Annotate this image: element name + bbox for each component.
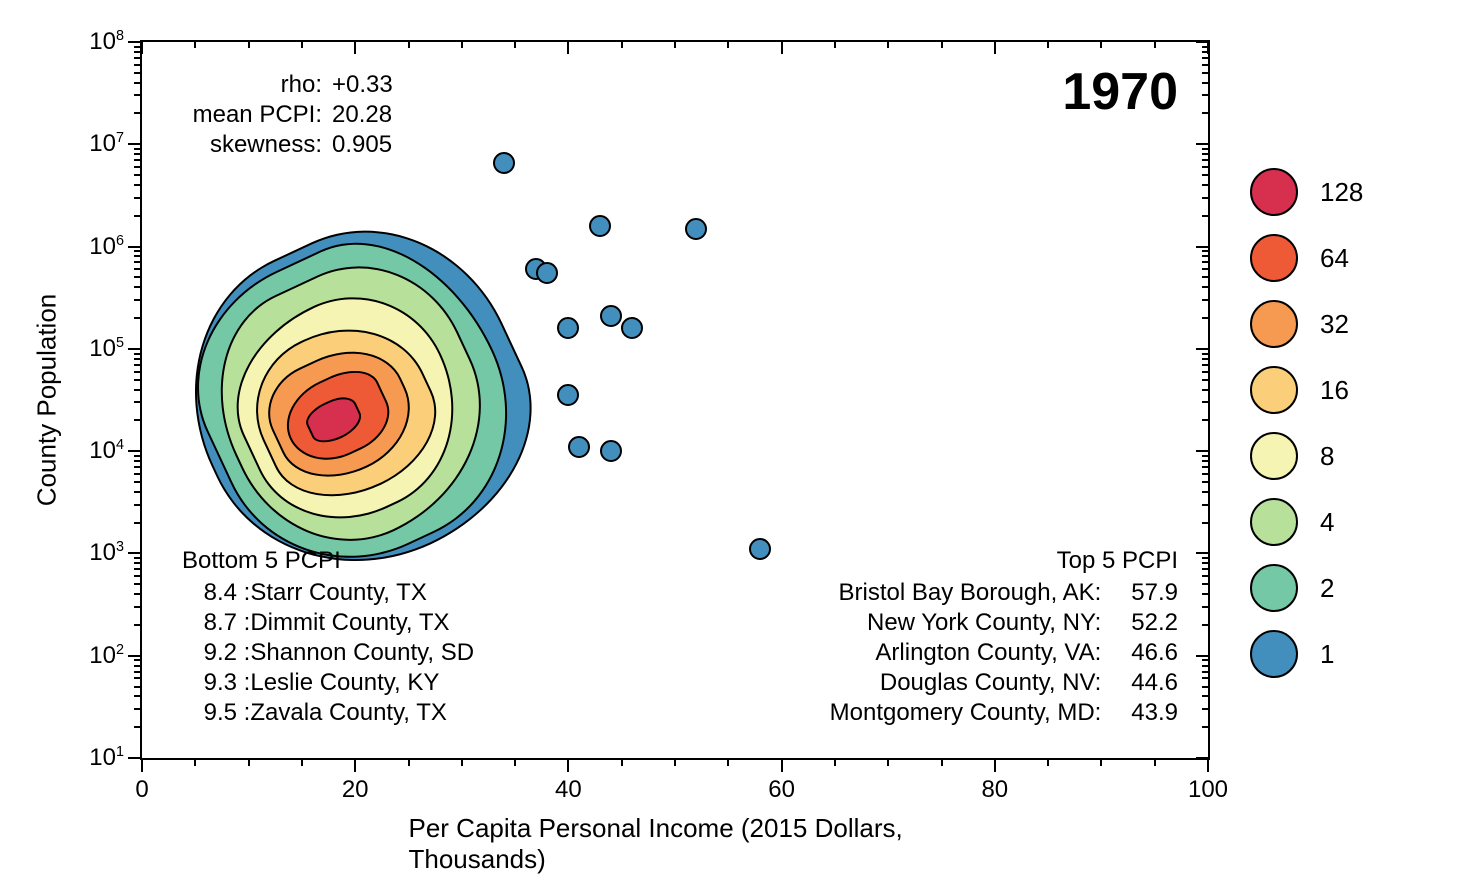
legend-item: 4 xyxy=(1250,498,1450,546)
legend-item: 64 xyxy=(1250,234,1450,282)
top5-val-3: 44.6 xyxy=(1108,668,1178,698)
outlier-point xyxy=(557,317,579,339)
legend-swatch xyxy=(1250,168,1298,216)
legend-item: 32 xyxy=(1250,300,1450,348)
x-tick-label: 40 xyxy=(555,776,582,804)
legend-item: 16 xyxy=(1250,366,1450,414)
bottom5-val-4: 9.5 xyxy=(182,698,237,728)
year-badge: 1970 xyxy=(1062,62,1178,122)
x-tick-label: 100 xyxy=(1188,776,1228,804)
outlier-point xyxy=(685,218,707,240)
chart-canvas: 1970 rho:+0.33 mean PCPI:20.28 skewness:… xyxy=(0,0,1482,887)
legend-label: 2 xyxy=(1320,573,1334,604)
mean-key: mean PCPI: xyxy=(172,100,332,130)
top5-name-2: Arlington County, VA xyxy=(875,639,1094,666)
legend-label: 64 xyxy=(1320,243,1349,274)
bottom5-list: Bottom 5 PCPI 8.4 :Starr County, TX 8.7 … xyxy=(182,546,474,728)
legend-label: 32 xyxy=(1320,309,1349,340)
y-axis-title: County Population xyxy=(32,294,63,506)
legend-swatch xyxy=(1250,300,1298,348)
y-tick-label: 101 xyxy=(89,744,124,772)
bottom5-name-0: Starr County, TX xyxy=(250,579,427,606)
mean-val: 20.28 xyxy=(332,100,392,130)
top5-val-4: 43.9 xyxy=(1108,698,1178,728)
x-axis-title: Per Capita Personal Income (2015 Dollars… xyxy=(409,813,942,875)
bottom5-name-1: Dimmit County, TX xyxy=(250,609,449,636)
bottom5-name-4: Zavala County, TX xyxy=(250,699,447,726)
top5-val-1: 52.2 xyxy=(1108,608,1178,638)
x-tick-label: 20 xyxy=(342,776,369,804)
y-tick-label: 108 xyxy=(89,28,124,56)
outlier-point xyxy=(536,262,558,284)
top5-name-1: New York County, NY xyxy=(867,609,1095,636)
bottom5-val-2: 9.2 xyxy=(182,638,237,668)
outlier-point xyxy=(568,436,590,458)
top5-val-2: 46.6 xyxy=(1108,638,1178,668)
y-tick-label: 102 xyxy=(89,642,124,670)
plot-area: 1970 rho:+0.33 mean PCPI:20.28 skewness:… xyxy=(140,40,1210,760)
legend-item: 2 xyxy=(1250,564,1450,612)
bottom5-name-2: Shannon County, SD xyxy=(250,639,474,666)
y-tick-label: 107 xyxy=(89,130,124,158)
rho-val: +0.33 xyxy=(332,70,393,100)
legend-label: 1 xyxy=(1320,639,1334,670)
legend-item: 128 xyxy=(1250,168,1450,216)
legend-item: 8 xyxy=(1250,432,1450,480)
outlier-point xyxy=(557,384,579,406)
outlier-point xyxy=(493,152,515,174)
y-tick-label: 106 xyxy=(89,233,124,261)
legend: 128 64 32 16 8 4 2 1 xyxy=(1250,150,1450,696)
bottom5-val-0: 8.4 xyxy=(182,578,237,608)
top5-list: Top 5 PCPI Bristol Bay Borough, AK: 57.9… xyxy=(830,546,1178,728)
stats-block: rho:+0.33 mean PCPI:20.28 skewness:0.905 xyxy=(172,70,393,160)
outlier-point xyxy=(600,440,622,462)
top5-val-0: 57.9 xyxy=(1108,578,1178,608)
legend-label: 16 xyxy=(1320,375,1349,406)
legend-swatch xyxy=(1250,630,1298,678)
outlier-point xyxy=(749,538,771,560)
skew-key: skewness: xyxy=(172,130,332,160)
legend-swatch xyxy=(1250,498,1298,546)
legend-label: 8 xyxy=(1320,441,1334,472)
top5-name-0: Bristol Bay Borough, AK xyxy=(839,579,1095,606)
y-tick-label: 105 xyxy=(89,335,124,363)
x-tick-label: 60 xyxy=(768,776,795,804)
outlier-point xyxy=(589,215,611,237)
y-tick-label: 103 xyxy=(89,539,124,567)
x-tick-label: 80 xyxy=(981,776,1008,804)
legend-label: 128 xyxy=(1320,177,1363,208)
top5-header: Top 5 PCPI xyxy=(830,546,1178,576)
top5-name-3: Douglas County, NV xyxy=(880,669,1095,696)
legend-swatch xyxy=(1250,564,1298,612)
y-tick-label: 104 xyxy=(89,437,124,465)
top5-name-4: Montgomery County, MD xyxy=(830,699,1095,726)
legend-item: 1 xyxy=(1250,630,1450,678)
bottom5-val-3: 9.3 xyxy=(182,668,237,698)
outlier-point xyxy=(621,317,643,339)
x-tick-label: 0 xyxy=(135,776,148,804)
bottom5-val-1: 8.7 xyxy=(182,608,237,638)
bottom5-name-3: Leslie County, KY xyxy=(250,669,439,696)
legend-label: 4 xyxy=(1320,507,1334,538)
legend-swatch xyxy=(1250,234,1298,282)
bottom5-header: Bottom 5 PCPI xyxy=(182,546,474,576)
outlier-point xyxy=(600,305,622,327)
skew-val: 0.905 xyxy=(332,130,392,160)
legend-swatch xyxy=(1250,432,1298,480)
legend-swatch xyxy=(1250,366,1298,414)
rho-key: rho: xyxy=(172,70,332,100)
